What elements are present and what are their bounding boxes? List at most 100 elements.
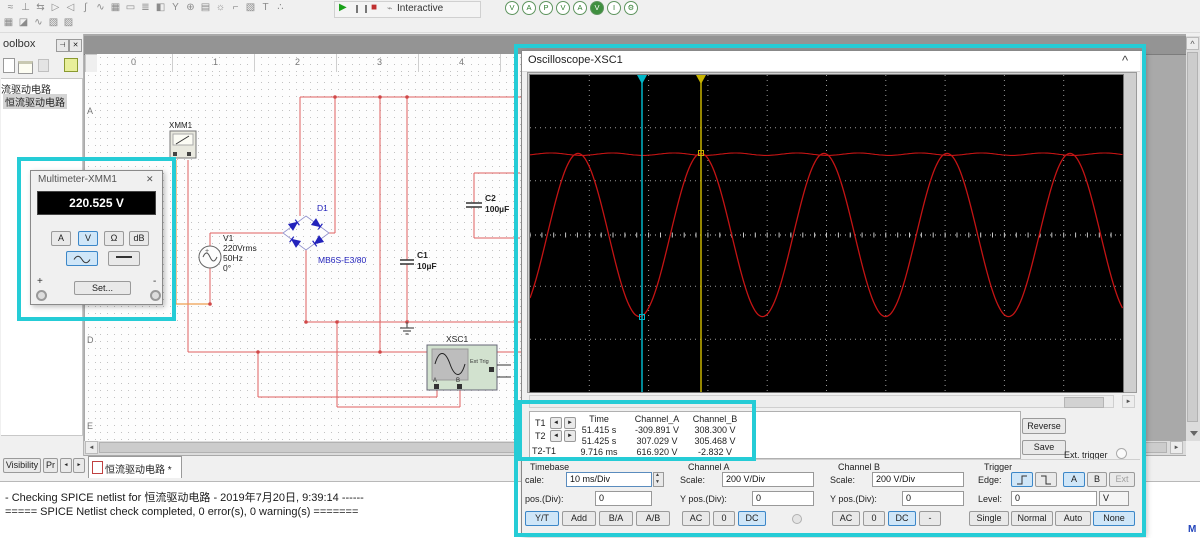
refresh-icon[interactable] (64, 58, 78, 72)
channel-a-ypos-input[interactable]: 0 (752, 491, 814, 506)
scroll-up-icon[interactable]: ^ (1186, 37, 1199, 50)
scope-hscrollbar[interactable] (529, 395, 1114, 408)
falling-edge-button[interactable] (1035, 472, 1057, 487)
analysis-icon[interactable]: ∿ (31, 16, 46, 29)
scope-screen[interactable] (529, 74, 1124, 393)
channel-b-neg-button[interactable]: - (919, 511, 941, 526)
timebase-xpos-input[interactable]: 0 (595, 491, 652, 506)
place-electromech-icon[interactable]: ▤ (198, 1, 213, 14)
tab-scroll-right-icon[interactable]: ► (73, 458, 85, 473)
mode-ampere-button[interactable]: A (51, 231, 71, 246)
trigger-ext-button[interactable]: Ext (1109, 472, 1135, 487)
new-document-icon[interactable] (3, 58, 15, 73)
dc-signal-button[interactable] (108, 251, 140, 266)
place-text-icon[interactable]: T (258, 1, 273, 14)
plus-terminal[interactable] (36, 290, 47, 301)
document-tab[interactable]: 恒流驱动电路 * (88, 456, 182, 478)
ba-button[interactable]: B/A (599, 511, 633, 526)
place-transistor-icon[interactable]: ▷ (48, 1, 63, 14)
postprocessor-icon[interactable]: ▧ (46, 16, 61, 29)
toolbox-close-button[interactable]: ✕ (69, 39, 82, 52)
rising-edge-button[interactable] (1011, 472, 1033, 487)
place-mixed-icon[interactable]: ▭ (123, 1, 138, 14)
tab-visibility[interactable]: Visibility (3, 458, 41, 473)
trigger-a-button[interactable]: A (1063, 472, 1085, 487)
vscroll-thumb[interactable] (1187, 52, 1198, 422)
multimeter-dialog[interactable]: Multimeter-XMM1 ✕ 220.525 V A V Ω dB + S… (30, 170, 163, 305)
mode-db-button[interactable]: dB (129, 231, 149, 246)
in-use-list-icon[interactable]: ▦ (1, 16, 16, 29)
open-folder-icon[interactable] (18, 61, 33, 74)
oscilloscope-titlebar[interactable]: Oscilloscope-XSC1 ^ (522, 51, 1140, 72)
place-hierarchical-icon[interactable]: ▧ (243, 1, 258, 14)
spinner-down-icon[interactable]: ▼ (655, 479, 660, 485)
add-button[interactable]: Add (562, 511, 596, 526)
scope-scroll-right-icon[interactable]: ► (1122, 395, 1135, 408)
trigger-b-button[interactable]: B (1087, 472, 1107, 487)
set-button[interactable]: Set... (74, 281, 131, 295)
place-misc-icon[interactable]: Y (168, 1, 183, 14)
canvas-vscrollbar[interactable]: ^ (1186, 36, 1200, 441)
place-connector-icon[interactable]: ☼ (213, 1, 228, 14)
digital-probe-icon[interactable]: I (607, 1, 621, 15)
save-button[interactable]: Save (1022, 440, 1066, 455)
t2-left-icon[interactable]: ◄ (550, 430, 562, 442)
place-power-icon[interactable]: ◧ (153, 1, 168, 14)
reverse-button[interactable]: Reverse (1022, 418, 1066, 434)
place-indicator-icon[interactable]: ≣ (138, 1, 153, 14)
scroll-right-icon[interactable]: ► (1170, 441, 1183, 454)
channel-b-dc-button[interactable]: DC (888, 511, 916, 526)
toolbox-dock-button[interactable]: ⊣ (56, 39, 69, 52)
current-rms-probe-icon[interactable]: A (573, 1, 587, 15)
channel-b-ac-button[interactable]: AC (832, 511, 860, 526)
save-icon[interactable] (38, 59, 49, 72)
pause-button[interactable] (356, 5, 367, 13)
tab-project[interactable]: Pr (43, 458, 58, 473)
place-cmos-icon[interactable]: ∿ (93, 1, 108, 14)
ac-signal-button[interactable] (66, 251, 98, 266)
run-button[interactable]: ▶ (339, 2, 347, 13)
place-analog-icon[interactable]: ◁ (63, 1, 78, 14)
collapse-chevron-icon[interactable]: ^ (1122, 53, 1128, 68)
t1-left-icon[interactable]: ◄ (550, 417, 562, 429)
spinner-up-icon[interactable]: ▲ (655, 472, 660, 478)
ab-button[interactable]: A/B (636, 511, 670, 526)
current-probe-icon[interactable]: A (522, 1, 536, 15)
scroll-left-icon[interactable]: ◄ (85, 441, 98, 454)
multimeter-close-icon[interactable]: ✕ (146, 174, 154, 185)
tab-scroll-left-icon[interactable]: ◄ (60, 458, 72, 473)
electrical-rules-check-icon[interactable]: ▨ (61, 16, 76, 29)
place-source-icon[interactable]: ≈ (3, 1, 18, 14)
place-mcu-icon[interactable]: ⌐ (228, 1, 243, 14)
yt-button[interactable]: Y/T (525, 511, 559, 526)
timebase-spinner[interactable]: ▲ ▼ (653, 472, 664, 487)
trigger-level-input[interactable]: 0 (1011, 491, 1097, 506)
place-graphics-icon[interactable]: ∴ (273, 1, 288, 14)
place-ttl-icon[interactable]: ∫ (78, 1, 93, 14)
channel-a-scale-input[interactable]: 200 V/Div (722, 472, 814, 487)
power-probe-icon[interactable]: P (539, 1, 553, 15)
probe-settings-icon[interactable]: ⚙ (624, 1, 638, 15)
voltage-probe-icon[interactable]: V (505, 1, 519, 15)
mode-volt-button[interactable]: V (78, 231, 98, 246)
place-misc-digital-icon[interactable]: ▦ (108, 1, 123, 14)
scroll-down-icon[interactable] (1190, 431, 1198, 436)
voltage-reference-probe-icon[interactable]: V (590, 1, 604, 15)
trigger-unit-select[interactable]: V (1099, 491, 1129, 506)
differential-voltage-probe-icon[interactable]: V (556, 1, 570, 15)
grapher-icon[interactable]: ◪ (16, 16, 31, 29)
channel-b-ypos-input[interactable]: 0 (902, 491, 964, 506)
multimeter-titlebar[interactable]: Multimeter-XMM1 ✕ (31, 171, 160, 189)
scope-hscroll-thumb[interactable] (1064, 397, 1104, 408)
channel-b-0-button[interactable]: 0 (863, 511, 885, 526)
ext-trigger-terminal[interactable] (1116, 448, 1127, 459)
trigger-none-button[interactable]: None (1093, 511, 1135, 526)
trigger-single-button[interactable]: Single (969, 511, 1009, 526)
channel-a-ac-button[interactable]: AC (682, 511, 710, 526)
place-rf-icon[interactable]: ⊕ (183, 1, 198, 14)
channel-a-dc-button[interactable]: DC (738, 511, 766, 526)
place-diode-icon[interactable]: ⇆ (33, 1, 48, 14)
stop-button[interactable]: ■ (371, 2, 377, 13)
timebase-scale-input[interactable]: 10 ms/Div (566, 472, 652, 487)
mode-ohm-button[interactable]: Ω (104, 231, 124, 246)
